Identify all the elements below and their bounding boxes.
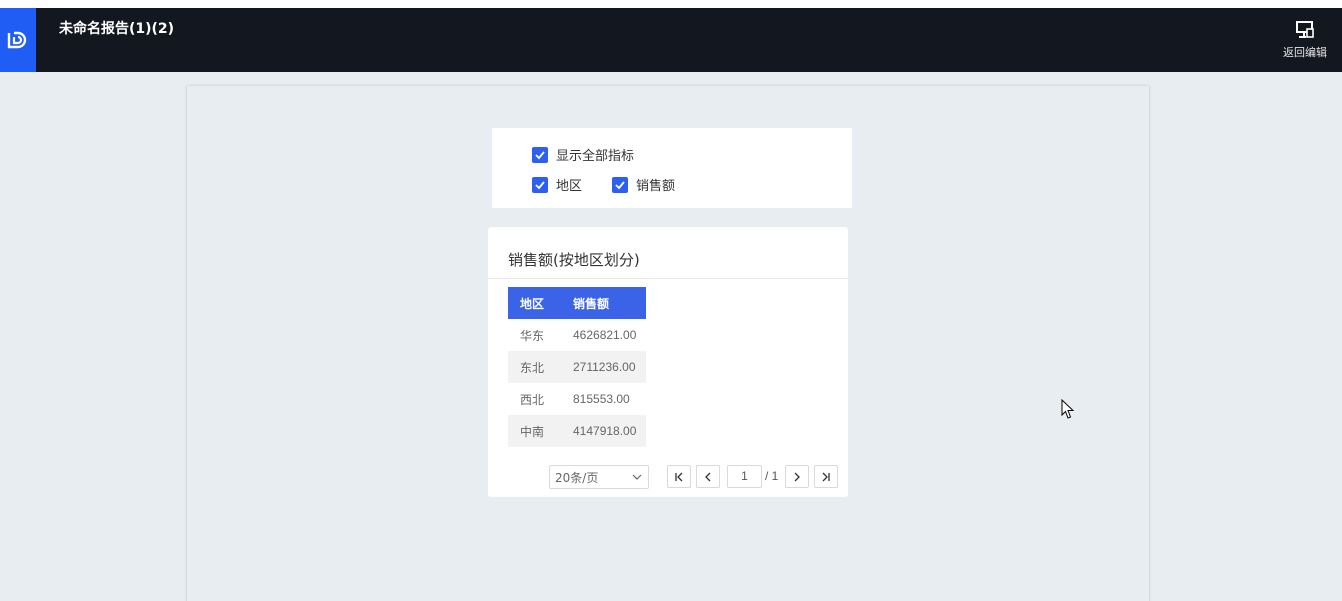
- back-to-edit-button[interactable]: 返回编辑: [1280, 20, 1330, 64]
- top-bar: 未命名报告(1)(2) 返回编辑: [0, 8, 1342, 72]
- sales-by-region-card: 销售额(按地区划分) 地区 销售额 华东 4626821.00 东北 27112…: [488, 227, 848, 497]
- app-logo[interactable]: [0, 8, 36, 72]
- table-header-row: 地区 销售额: [508, 287, 646, 319]
- table-row: 东北 2711236.00: [508, 351, 646, 383]
- back-to-edit-label: 返回编辑: [1283, 46, 1327, 59]
- card-title: 销售额(按地区划分): [508, 251, 640, 269]
- chevron-down-icon: [632, 474, 642, 480]
- cell-region: 东北: [508, 351, 559, 383]
- sales-table: 地区 销售额 华东 4626821.00 东北 2711236.00 西北 81…: [508, 287, 646, 447]
- checkbox-checked-icon: [532, 146, 548, 163]
- table-row: 西北 815553.00: [508, 383, 646, 415]
- card-divider: [488, 278, 848, 279]
- table-row: 华东 4626821.00: [508, 319, 646, 351]
- indicator-filter-panel: 显示全部指标 地区 销售额: [492, 128, 852, 208]
- indicator-checkbox-region[interactable]: 地区: [532, 175, 582, 194]
- monitor-edit-icon: [1296, 21, 1314, 38]
- chevron-right-icon: [794, 472, 800, 481]
- page-size-value: 20条/页: [555, 470, 599, 485]
- cell-region: 西北: [520, 392, 545, 407]
- show-all-indicators-label: 显示全部指标: [556, 149, 635, 164]
- checkbox-checked-icon: [532, 176, 548, 193]
- prev-page-button[interactable]: [696, 465, 720, 488]
- cell-region: 中南: [508, 415, 559, 447]
- indicator-label-region: 地区: [556, 179, 583, 194]
- cell-sales: 4147918.00: [559, 415, 646, 447]
- next-page-button[interactable]: [785, 465, 809, 488]
- cell-sales: 2711236.00: [559, 351, 646, 383]
- first-page-icon: [675, 472, 683, 481]
- first-page-button[interactable]: [667, 465, 691, 488]
- indicator-label-sales: 销售额: [636, 179, 676, 194]
- cell-sales: 4626821.00: [573, 328, 637, 342]
- report-title: 未命名报告(1)(2): [59, 21, 175, 37]
- top-strip: [0, 0, 1342, 8]
- last-page-button[interactable]: [814, 465, 838, 488]
- table-row: 中南 4147918.00: [508, 415, 646, 447]
- indicator-checkbox-sales[interactable]: 销售额: [612, 175, 675, 194]
- total-pages-label: / 1: [765, 469, 779, 483]
- logo-icon: [7, 31, 27, 49]
- checkbox-checked-icon: [612, 176, 628, 193]
- page-size-select[interactable]: 20条/页: [549, 465, 649, 489]
- column-header-sales[interactable]: 销售额: [559, 287, 646, 319]
- mouse-cursor-icon: [1061, 399, 1075, 419]
- cell-sales: 815553.00: [573, 392, 630, 406]
- current-page-input[interactable]: 1: [727, 465, 762, 488]
- chevron-left-icon: [705, 472, 711, 481]
- show-all-indicators-checkbox[interactable]: 显示全部指标: [532, 145, 634, 164]
- last-page-icon: [822, 472, 830, 481]
- cell-region: 华东: [520, 328, 545, 343]
- column-header-region[interactable]: 地区: [508, 287, 559, 319]
